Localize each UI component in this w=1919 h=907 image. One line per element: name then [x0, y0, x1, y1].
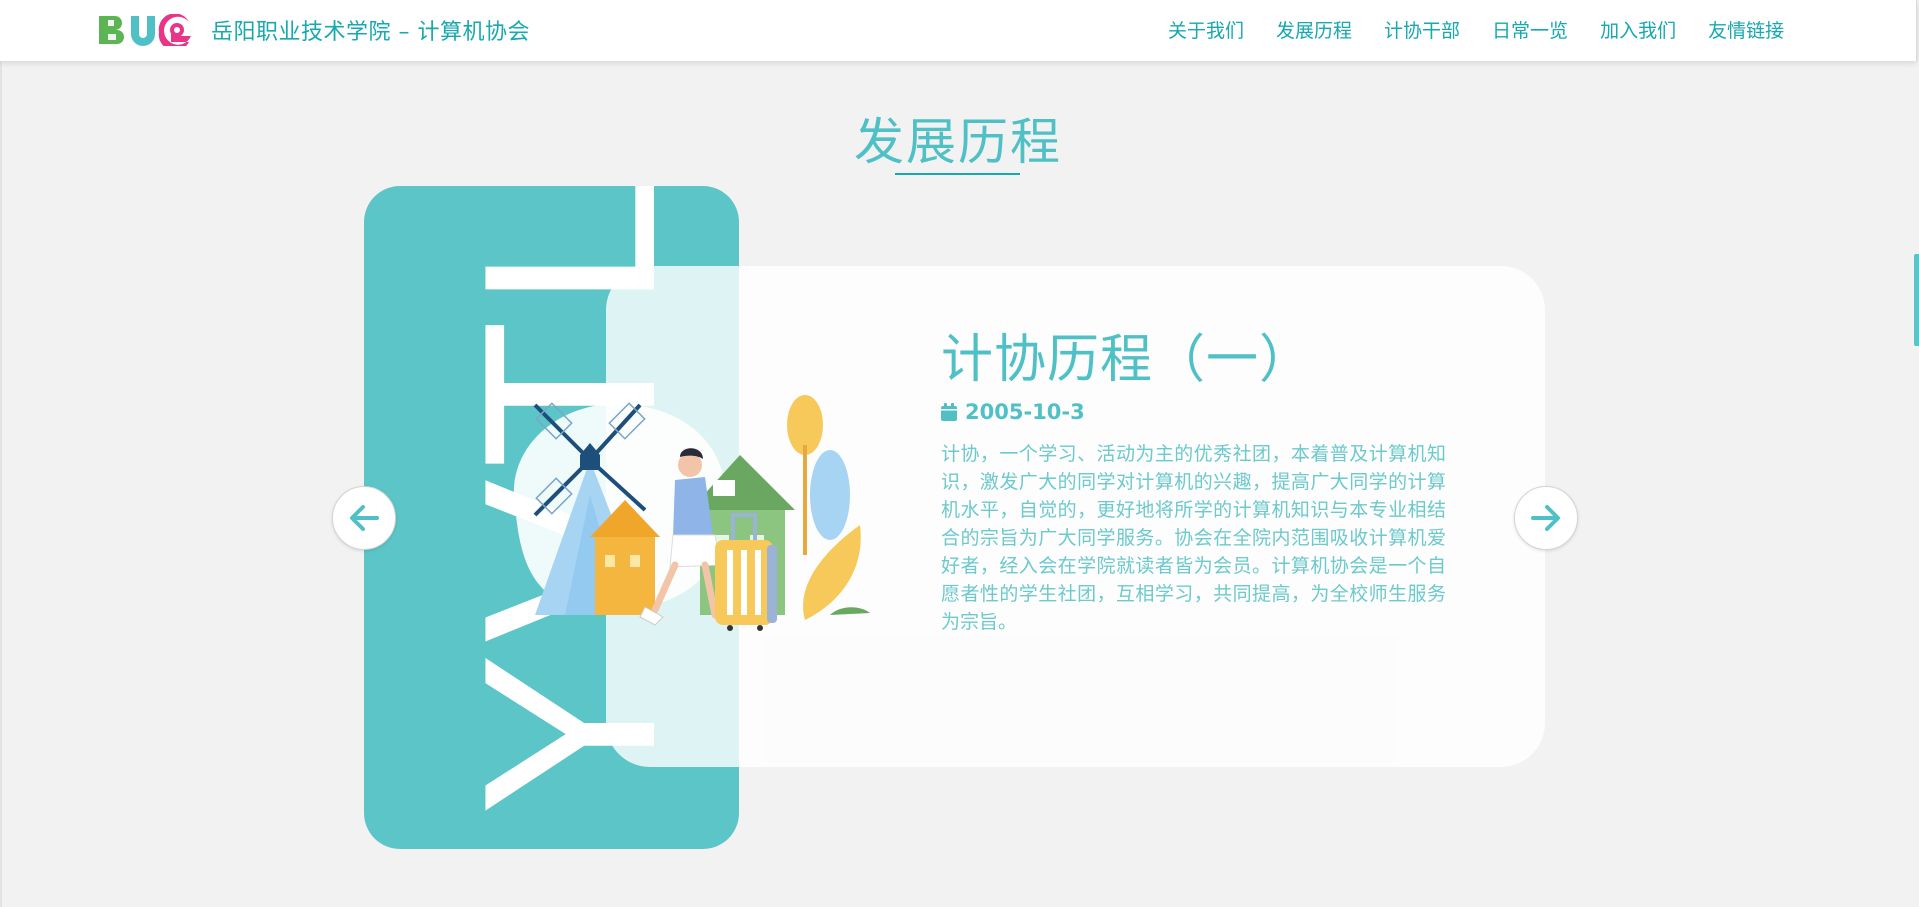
scrollbar-thumb[interactable] — [1914, 254, 1919, 346]
arrow-left-icon — [350, 505, 379, 531]
page: 岳阳职业技术学院 – 计算机协会 关于我们 发展历程 计协干部 日常一览 加入我… — [0, 0, 1919, 907]
nav-daily[interactable]: 日常一览 — [1492, 16, 1568, 43]
section-title: 发展历程 — [854, 113, 1062, 171]
nav-history[interactable]: 发展历程 — [1276, 16, 1352, 43]
slide-title: 计协历程（一） — [941, 330, 1313, 390]
site-title[interactable]: 岳阳职业技术学院 – 计算机协会 — [211, 14, 530, 46]
nav-links[interactable]: 友情链接 — [1708, 16, 1784, 43]
logo[interactable] — [97, 14, 195, 46]
next-slide-button[interactable] — [1514, 486, 1578, 550]
travel-illustration — [513, 395, 870, 631]
slide-date-text: 2005-10-3 — [965, 400, 1085, 424]
title-underline — [895, 173, 1020, 175]
nav-officers[interactable]: 计协干部 — [1384, 16, 1460, 43]
main-nav: 关于我们 发展历程 计协干部 日常一览 加入我们 友情链接 — [1168, 16, 1784, 43]
arrow-right-icon — [1531, 505, 1560, 531]
prev-slide-button[interactable] — [332, 486, 396, 550]
slide-date: 2005-10-3 — [941, 400, 1085, 424]
nav-about[interactable]: 关于我们 — [1168, 16, 1244, 43]
navbar: 岳阳职业技术学院 – 计算机协会 关于我们 发展历程 计协干部 日常一览 加入我… — [0, 0, 1917, 61]
slide-body: 计协，一个学习、活动为主的优秀社团，本着普及计算机知识，激发广大的同学对计算机的… — [941, 443, 1446, 633]
nav-join[interactable]: 加入我们 — [1600, 16, 1676, 43]
calendar-icon — [941, 403, 957, 421]
